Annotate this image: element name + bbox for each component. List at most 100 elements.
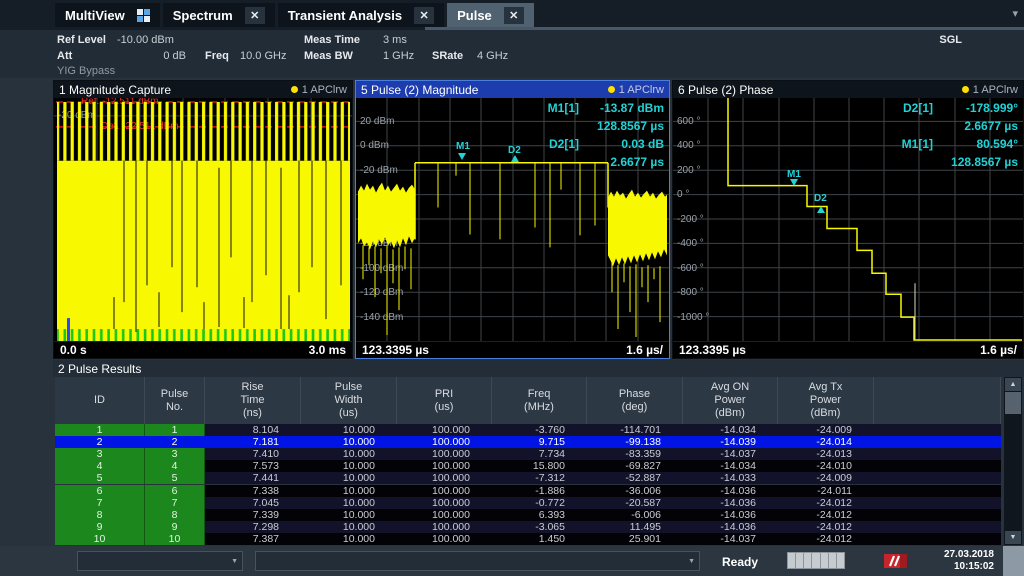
- status-dropdown-left[interactable]: ▼: [77, 551, 243, 571]
- table-cell: -3.760: [492, 424, 587, 436]
- att-label[interactable]: Att: [57, 50, 72, 62]
- srate-label[interactable]: SRate: [432, 50, 463, 62]
- att-value[interactable]: 0 dB: [120, 50, 186, 62]
- meas-time-value[interactable]: 3 ms: [383, 34, 407, 46]
- pulse-magnitude-plot[interactable]: 20 dBm0 dBm-20 dBm-40 dBm-60 dBm-80 dBm-…: [356, 98, 669, 341]
- yig-bypass-label[interactable]: YIG Bypass: [57, 65, 115, 77]
- scroll-up-icon[interactable]: ▲: [1005, 378, 1021, 391]
- table-scrollbar[interactable]: ▲ ▼: [1004, 377, 1022, 545]
- window-titlebar[interactable]: 6 Pulse (2) Phase 1 APClrw: [673, 81, 1023, 98]
- table-cell: 8: [55, 509, 145, 521]
- table-row-8[interactable]: 887.33910.000100.0006.393-6.006-14.036-2…: [55, 509, 1001, 521]
- meas-bw-label[interactable]: Meas BW: [304, 50, 353, 62]
- table-cell: 100.000: [397, 424, 492, 436]
- ref-level-value[interactable]: -10.00 dBm: [117, 34, 174, 46]
- scrollbar-thumb[interactable]: [1005, 392, 1021, 414]
- tab-transient-analysis[interactable]: Transient Analysis ✕: [278, 3, 444, 27]
- table-cell: [874, 424, 1001, 436]
- table-row-5[interactable]: 557.44110.000100.000-7.312-52.887-14.033…: [55, 472, 1001, 484]
- column-header-phase-deg[interactable]: Phase(deg): [587, 377, 683, 424]
- table-row-1[interactable]: 118.10410.000100.000-3.760-114.701-14.03…: [55, 424, 1001, 436]
- tab-pulse[interactable]: Pulse✕: [447, 3, 534, 27]
- window-pulse-magnitude[interactable]: 5 Pulse (2) Magnitude 1 APClrw 20 dBm0 d…: [355, 80, 670, 359]
- results-table-titlebar[interactable]: 2 Pulse Results: [53, 360, 1024, 377]
- table-cell: 10: [55, 533, 145, 545]
- column-header-pulse-no[interactable]: PulseNo.: [145, 377, 205, 424]
- table-cell: 4: [145, 460, 205, 472]
- table-cell: 10.000: [301, 509, 397, 521]
- table-cell: 100.000: [397, 533, 492, 545]
- marker-m1-label[interactable]: M1: [456, 141, 470, 152]
- tab-label: Transient Analysis: [288, 8, 402, 23]
- table-row-3[interactable]: 337.41010.000100.0007.734-83.359-14.037-…: [55, 448, 1001, 460]
- table-cell: 7: [55, 497, 145, 509]
- column-header-pri-us[interactable]: PRI(us): [397, 377, 492, 424]
- window-titlebar[interactable]: 5 Pulse (2) Magnitude 1 APClrw: [356, 81, 669, 98]
- table-cell: 11.495: [587, 521, 683, 533]
- marker-name: D2[1]: [549, 137, 579, 151]
- table-row-4[interactable]: 447.57310.000100.00015.800-69.827-14.034…: [55, 460, 1001, 472]
- table-cell: 100.000: [397, 485, 492, 497]
- marker-d2-icon[interactable]: [511, 155, 519, 162]
- tab-spectrum[interactable]: Spectrum✕: [163, 3, 275, 27]
- srate-value[interactable]: 4 GHz: [477, 50, 508, 62]
- table-cell: 10: [145, 533, 205, 545]
- column-header-freq-mhz[interactable]: Freq(MHz): [492, 377, 587, 424]
- table-row-9[interactable]: 997.29810.000100.000-3.06511.495-14.036-…: [55, 521, 1001, 533]
- window-magnitude-capture[interactable]: 1 Magnitude Capture 1 APClrw Ref. -12.51…: [53, 80, 353, 359]
- scroll-down-icon[interactable]: ▼: [1005, 531, 1021, 544]
- column-header-avg-tx-power-dbm[interactable]: Avg TxPower(dBm): [778, 377, 874, 424]
- marker-m1-icon[interactable]: [458, 153, 466, 160]
- close-tab-icon[interactable]: ✕: [245, 7, 265, 24]
- table-cell: 8.104: [205, 424, 301, 436]
- table-cell: -24.009: [778, 472, 874, 484]
- marker-d2-label[interactable]: D2: [814, 193, 827, 204]
- table-cell: 100.000: [397, 436, 492, 448]
- window-pulse-phase[interactable]: 6 Pulse (2) Phase 1 APClrw 600 °400 °200…: [672, 80, 1024, 359]
- column-header-rise-time-ns[interactable]: RiseTime(ns): [205, 377, 301, 424]
- meas-bw-value[interactable]: 1 GHz: [383, 50, 414, 62]
- ref-level-label[interactable]: Ref Level: [57, 34, 106, 46]
- column-header-avg-on-power-dbm[interactable]: Avg ONPower(dBm): [683, 377, 778, 424]
- time: 10:15:02: [944, 561, 994, 573]
- table-cell: 3: [55, 448, 145, 460]
- marker-m1-icon[interactable]: [790, 179, 798, 186]
- freq-label[interactable]: Freq: [205, 50, 229, 62]
- table-row-2[interactable]: 227.18110.000100.0009.715-99.138-14.039-…: [55, 436, 1001, 448]
- table-cell: -14.036: [683, 497, 778, 509]
- table-cell: 2: [55, 436, 145, 448]
- table-row-7[interactable]: 777.04510.000100.000-0.772-20.587-14.036…: [55, 497, 1001, 509]
- tab-overflow-menu-icon[interactable]: ▾: [1012, 7, 1018, 20]
- column-header-pulse-width-us[interactable]: PulseWidth(us): [301, 377, 397, 424]
- table-cell: -14.037: [683, 533, 778, 545]
- close-tab-icon[interactable]: ✕: [504, 7, 524, 24]
- table-cell: -24.012: [778, 521, 874, 533]
- table-cell: 4: [55, 460, 145, 472]
- magnitude-capture-plot[interactable]: Ref. -12.511 dBm -20 dBm Det. -22.511 dB…: [54, 98, 352, 341]
- table-cell: -69.827: [587, 460, 683, 472]
- trace-legend: 1 APClrw: [291, 84, 347, 96]
- tab-multiview[interactable]: MultiView: [55, 3, 160, 27]
- close-tab-icon[interactable]: ✕: [414, 7, 434, 24]
- status-dropdown-center[interactable]: ▼: [255, 551, 700, 571]
- marker-value: 128.8567 µs: [597, 119, 664, 133]
- table-row-6[interactable]: 667.33810.000100.000-1.886-36.006-14.036…: [55, 485, 1001, 497]
- meas-time-label[interactable]: Meas Time: [304, 34, 360, 46]
- x-axis-scale: 1.6 µs/: [626, 343, 663, 357]
- table-cell: 9: [145, 521, 205, 533]
- table-cell: 7.441: [205, 472, 301, 484]
- table-row-10[interactable]: 10107.38710.000100.0001.45025.901-14.037…: [55, 533, 1001, 545]
- window-titlebar[interactable]: 1 Magnitude Capture 1 APClrw: [54, 81, 352, 98]
- table-cell: 10.000: [301, 436, 397, 448]
- freq-value[interactable]: 10.0 GHz: [240, 50, 286, 62]
- trace-color-icon: [962, 86, 969, 93]
- pulse-phase-plot[interactable]: 600 °400 °200 °0 °-200 °-400 °-600 °-800…: [673, 98, 1023, 341]
- x-axis-bar: 0.0 s 3.0 ms: [54, 341, 352, 358]
- column-header-spacer[interactable]: [874, 377, 1001, 424]
- table-cell: 1: [55, 424, 145, 436]
- column-header-id[interactable]: ID: [55, 377, 145, 424]
- trace-color-icon: [608, 86, 615, 93]
- table-cell: -7.312: [492, 472, 587, 484]
- table-cell: [874, 485, 1001, 497]
- marker-d2-icon[interactable]: [817, 206, 825, 213]
